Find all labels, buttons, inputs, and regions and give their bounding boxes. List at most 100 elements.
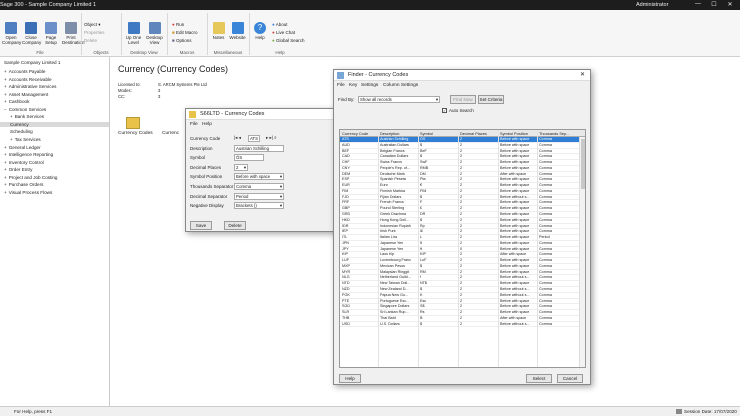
cancel-button[interactable]: Cancel [557,374,583,383]
field-symbol-position[interactable]: Before with space ▾ [234,173,284,181]
expand-icon[interactable]: + [4,99,7,104]
live-chat-button[interactable]: ● Live Chat [272,30,295,35]
sidebar-item[interactable]: + Purchase Orders [4,182,43,187]
sidebar-item[interactable]: + Inventory Control [4,160,44,165]
save-button[interactable]: Save [190,221,212,230]
expand-icon[interactable]: + [4,69,7,74]
maximize-button[interactable]: ☐ [708,1,720,8]
ribbon-button-page[interactable]: Page Setup [42,22,60,45]
expand-icon[interactable]: + [4,175,7,180]
record-navigator-icon[interactable]: |◂ ◂ [234,135,241,141]
table-cell: Sri Lankan Rup... [380,310,409,315]
sidebar-item[interactable]: + Administrative Services [4,84,56,89]
table-cell: SwF [420,160,428,165]
edit-macro-button[interactable]: ■ Edit Macro [172,30,198,35]
scrollbar-thumb[interactable] [581,139,585,189]
field-symbol[interactable]: ÖS [234,154,264,162]
menu-column-settings[interactable]: Column Settings [383,83,418,88]
ribbon-button-open[interactable]: Open Company [2,22,21,45]
field-decimal-separator[interactable]: Period ▾ [234,192,284,200]
auto-search-checkbox[interactable]: ✓ [442,108,447,113]
sidebar-item[interactable]: + Accounts Receivable [4,77,52,82]
ribbon-button-notes[interactable]: Notes [210,22,227,40]
macro-options-button[interactable]: ■ Options [172,38,192,43]
column-header[interactable]: Symbol [420,131,458,136]
expand-icon[interactable]: + [10,114,13,119]
ribbon-button-up-one[interactable]: Up One Level [124,22,143,45]
sidebar-item[interactable]: + Bank Services [10,114,44,119]
column-header[interactable]: Symbol Position [500,131,537,136]
object-dropdown[interactable]: Object ▾ [84,22,101,28]
expand-icon[interactable]: + [4,167,7,172]
company-node[interactable]: Sample Company Limited 1 [4,60,60,65]
sidebar-item[interactable]: Scheduling [10,129,33,134]
expand-icon[interactable]: + [4,92,7,97]
field-thousands-separator[interactable]: Comma ▾ [234,183,284,190]
expand-icon[interactable]: + [4,152,7,157]
global-search-button[interactable]: ● Global Search [272,38,305,43]
field-negative-display[interactable]: Brackets () ▾ [234,202,284,210]
table-cell: Before with space [500,223,530,228]
currency-codes-label[interactable]: Currency Codes [118,131,153,136]
expand-icon[interactable]: + [4,160,7,165]
find-now-button[interactable]: Find Now [450,95,476,104]
delete-button[interactable]: Delete [224,221,246,230]
finder-help-button[interactable]: Help [339,374,361,383]
select-button[interactable]: Select [526,374,552,383]
sidebar-item[interactable]: + Asset Management [4,92,48,97]
chat-icon: ● [272,30,275,35]
ribbon-button-print[interactable]: Print Destination [62,22,85,45]
column-header[interactable]: Thousands Sep... [539,131,577,136]
sidebar-item[interactable]: + Visual Process Flows [4,190,52,195]
sidebar-item[interactable]: Currency [0,121,109,127]
menu-key[interactable]: Key [349,83,357,88]
close-button[interactable]: ✕ [724,1,736,8]
sidebar-item[interactable]: + Intelligence Reporting [4,152,53,157]
sidebar-item[interactable]: + Tax Services [10,137,41,142]
expand-icon[interactable]: + [4,182,7,187]
expand-icon[interactable]: + [4,145,7,150]
sidebar-item[interactable]: + Project and Job Costing [4,175,57,180]
menu-file[interactable]: File [337,83,345,88]
sidebar-item[interactable]: + Cashbook [4,99,29,104]
sidebar-item[interactable]: + General Ledger [4,145,41,150]
table-row[interactable]: USD U.S. Dollars $2 Before without s... Comm… [340,322,585,328]
expand-icon[interactable]: + [4,190,7,195]
table-cell: 2 [460,165,463,170]
menu-settings[interactable]: Settings [361,83,378,88]
finder-close-icon[interactable]: ✕ [580,71,585,78]
column-header[interactable]: Currency Code [342,131,378,136]
sidebar-item[interactable]: − Common Services [4,107,46,112]
expand-icon[interactable]: + [10,137,13,142]
column-divider [378,130,379,367]
help-button[interactable]: ? Help [252,22,268,40]
set-criteria-button[interactable]: Set Criteria [478,95,504,104]
properties-button[interactable]: Properties [84,30,105,35]
expand-icon[interactable]: + [4,84,7,89]
ribbon-button-desktop[interactable]: Desktop View [145,22,164,45]
minimize-button[interactable]: — [692,1,704,7]
field-currency-code[interactable]: ATS [248,135,260,142]
ribbon-button-close[interactable]: Close Company [22,22,41,45]
find-by-select[interactable]: Show all records ▾ [358,96,440,103]
expand-icon[interactable]: − [4,107,7,112]
run-macro-button[interactable]: ● Run [172,22,184,27]
expand-icon[interactable]: + [4,77,7,82]
menu-file[interactable]: File [190,122,198,127]
column-header[interactable]: Decimal Places [460,131,498,136]
field-description[interactable]: Austrian Schilling [234,144,284,152]
sidebar-item[interactable]: + Accounts Payable [4,69,45,74]
menu-help[interactable]: Help [202,122,212,127]
ribbon-button-website[interactable]: Website [229,22,246,40]
delete-object-button[interactable]: Delete [84,38,97,43]
currency-icon-label[interactable]: Currenc [162,131,179,136]
about-button[interactable]: ● About [272,22,288,27]
record-navigator-next-icon[interactable]: ▸ ▸| ⌕ [266,135,277,141]
currency-codes-icon[interactable] [126,117,140,129]
grid-scrollbar[interactable] [579,137,585,367]
column-header[interactable]: Description [380,131,418,136]
column-divider [458,130,459,367]
table-cell: 2 [460,252,463,257]
field-decimal-places[interactable]: 2 ▾ [234,163,248,171]
sidebar-item[interactable]: + Order Entry [4,167,32,172]
